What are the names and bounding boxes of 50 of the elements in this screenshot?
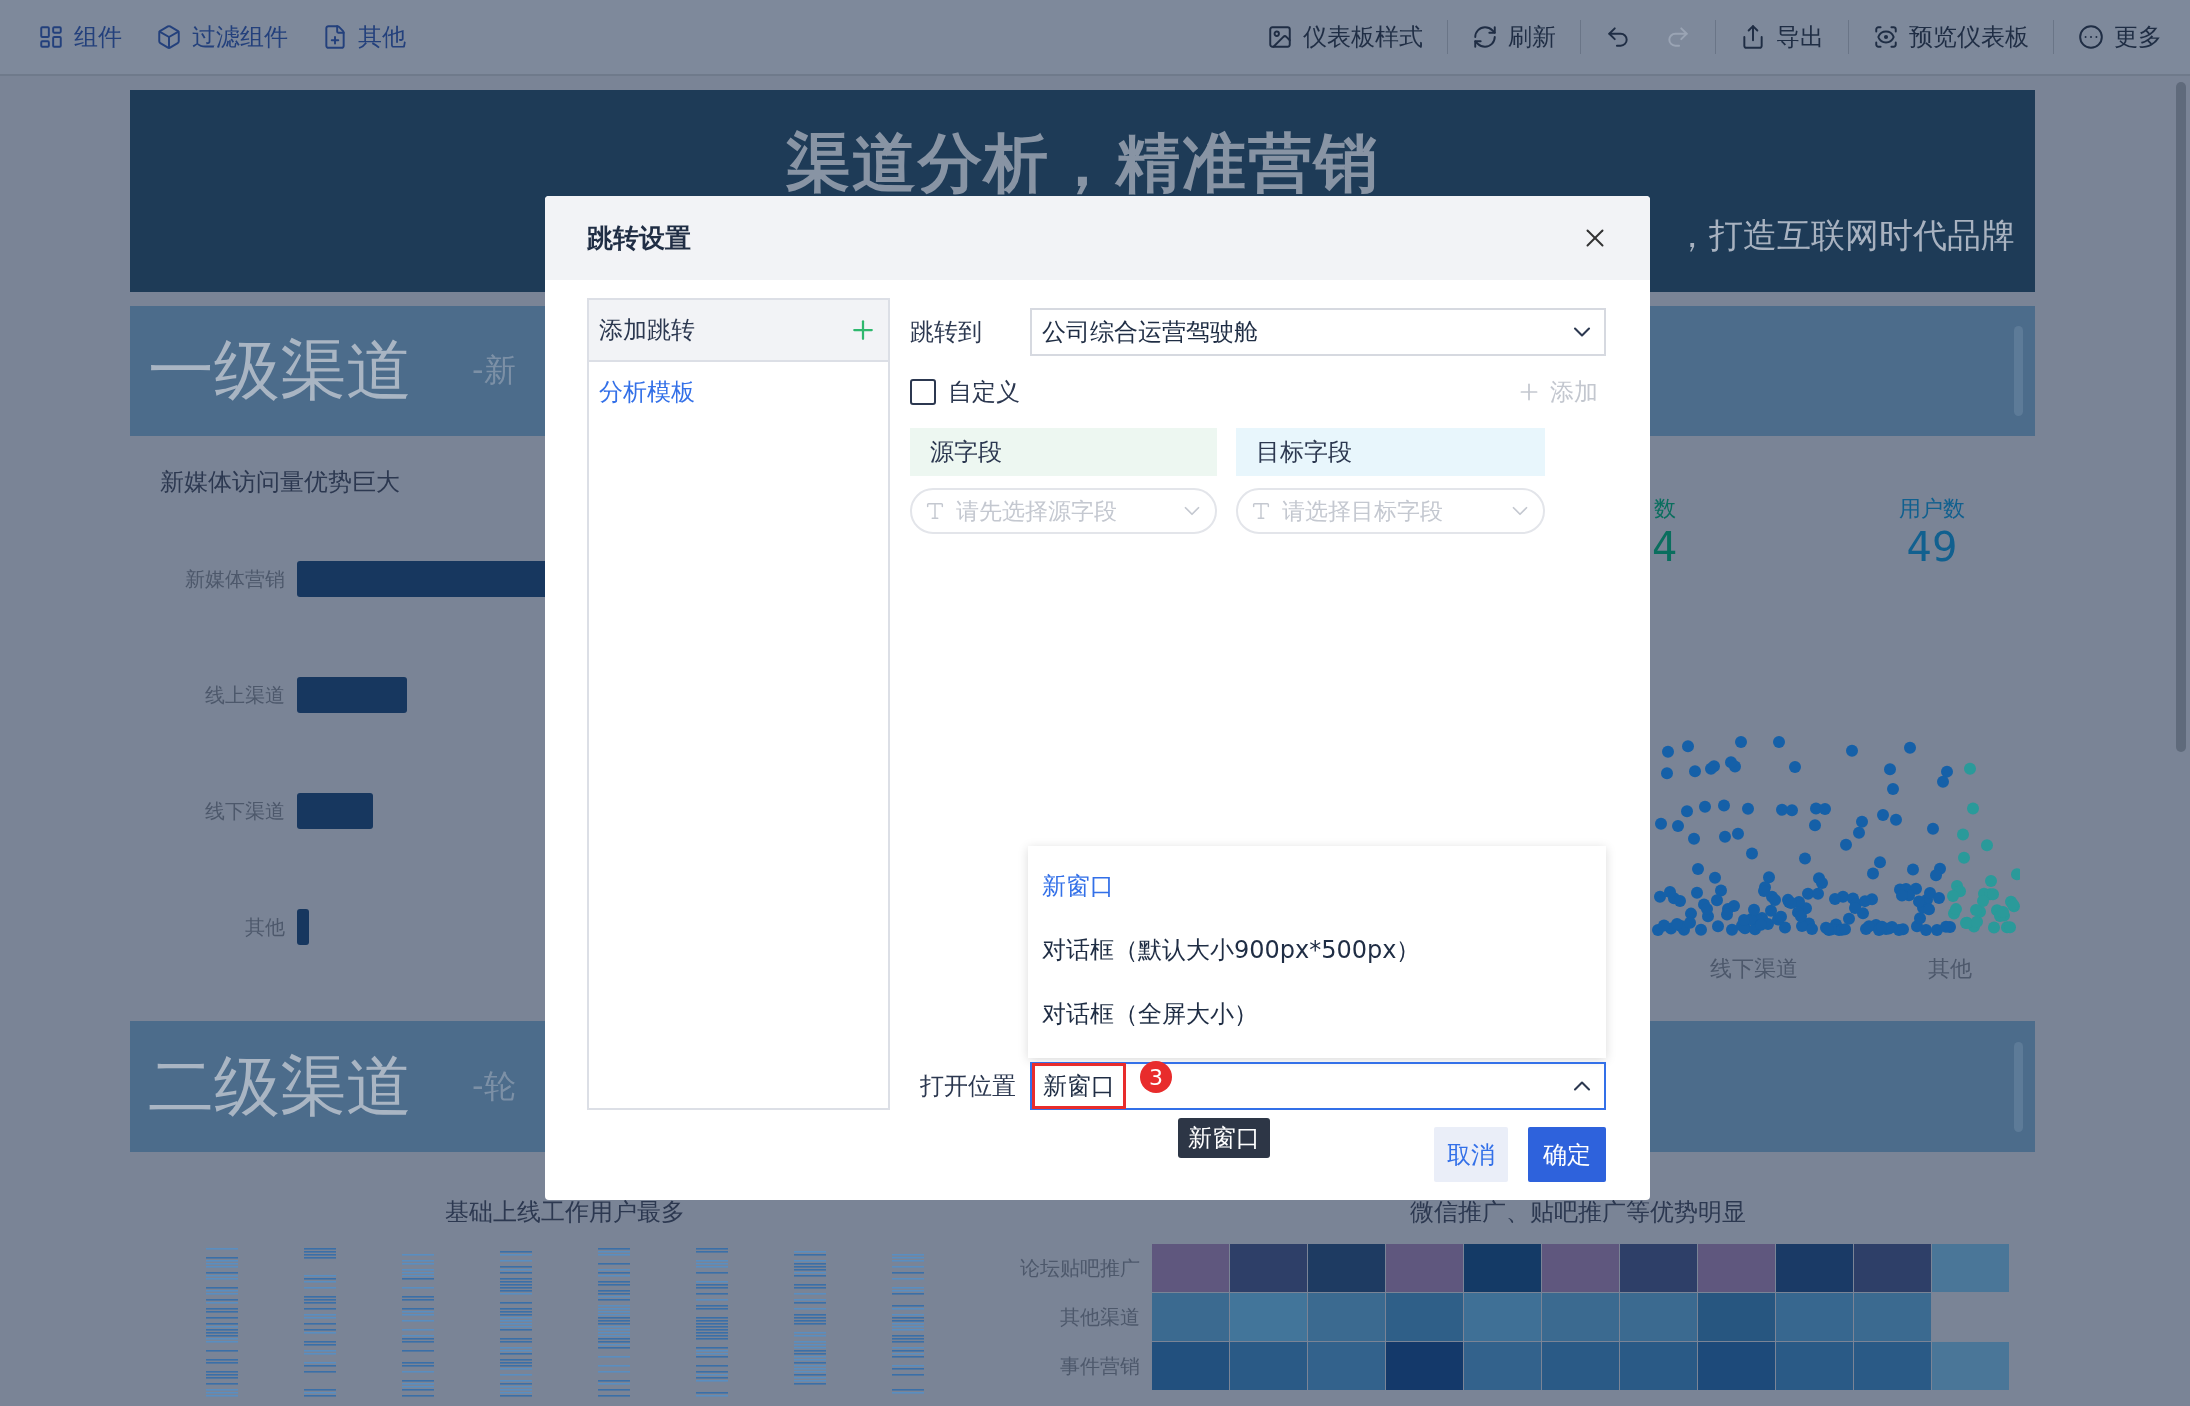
metric-value: 4 [1652, 524, 1678, 570]
dialog-title: 跳转设置 [587, 221, 691, 255]
cube-icon [156, 24, 182, 50]
chart-title: 微信推广、贴吧推广等优势明显 [1409, 1197, 1746, 1228]
metric-label: 数 [1653, 495, 1676, 523]
file-plus-icon [322, 24, 348, 50]
highlight-box: 新窗口 [1032, 1063, 1126, 1109]
more-icon [2078, 24, 2104, 50]
undo-icon [1605, 24, 1631, 50]
redo-icon [1665, 24, 1691, 50]
text-type-icon [1250, 500, 1272, 522]
confirm-button[interactable]: 确定 [1528, 1127, 1606, 1182]
toolbar-button[interactable]: 过滤组件 [146, 15, 298, 59]
jump-list-item[interactable]: 分析模板 [589, 362, 888, 422]
text-type-icon [924, 500, 946, 522]
dashboard-title: 渠道分析，精准营销 [785, 125, 1380, 202]
eye-icon [1873, 24, 1899, 50]
toolbar-button[interactable]: 组件 [28, 15, 132, 59]
column-header: 目标字段 [1236, 428, 1545, 476]
chart-title: 基础上线工作用户最多 [445, 1197, 685, 1228]
menu-item[interactable]: 对话框（全屏大小） [1028, 982, 1606, 1046]
field-label: 跳转到 [910, 317, 983, 348]
menu-item[interactable]: 新窗口 [1028, 854, 1606, 918]
toolbar-button[interactable]: 预览仪表板 [1863, 15, 2039, 59]
section-heading: 二级渠道 [148, 1046, 412, 1127]
step-badge: 3 [1140, 1061, 1172, 1093]
menu-item[interactable]: 对话框（默认大小900px*500px） [1028, 918, 1606, 982]
column-header: 源字段 [910, 428, 1217, 476]
section-heading: 一级渠道 [148, 331, 412, 411]
chart-title: 新媒体访问量优势巨大 [159, 467, 401, 498]
toolbar-button[interactable]: 仪表板样式 [1257, 15, 1433, 59]
tooltip: 新窗口 [1178, 1118, 1270, 1158]
panel-title: 添加跳转 [599, 315, 695, 346]
metric-label: 用户数 [1899, 495, 1965, 523]
scrollbar-thumb[interactable] [2176, 82, 2186, 752]
dashboard-subtitle: ，打造互联网时代品牌 [1675, 214, 2015, 257]
toolbar-button[interactable]: 刷新 [1462, 15, 1566, 59]
refresh-icon [1472, 24, 1498, 50]
image-icon [1267, 24, 1293, 50]
dashboard-icon [38, 24, 64, 50]
cancel-button[interactable]: 取消 [1434, 1127, 1508, 1182]
toolbar-button[interactable]: 其他 [312, 15, 416, 59]
share-icon [1740, 24, 1766, 50]
toolbar-button[interactable]: 导出 [1730, 15, 1834, 59]
custom-checkbox[interactable]: 自定义 [910, 376, 1020, 408]
target-select[interactable]: 公司综合运营驾驶舱 [1030, 308, 1606, 356]
toolbar-button[interactable]: 更多 [2068, 15, 2172, 59]
field-label: 打开位置 [920, 1071, 1017, 1102]
bar [297, 909, 309, 945]
metric-value: 49 [1906, 524, 1958, 570]
